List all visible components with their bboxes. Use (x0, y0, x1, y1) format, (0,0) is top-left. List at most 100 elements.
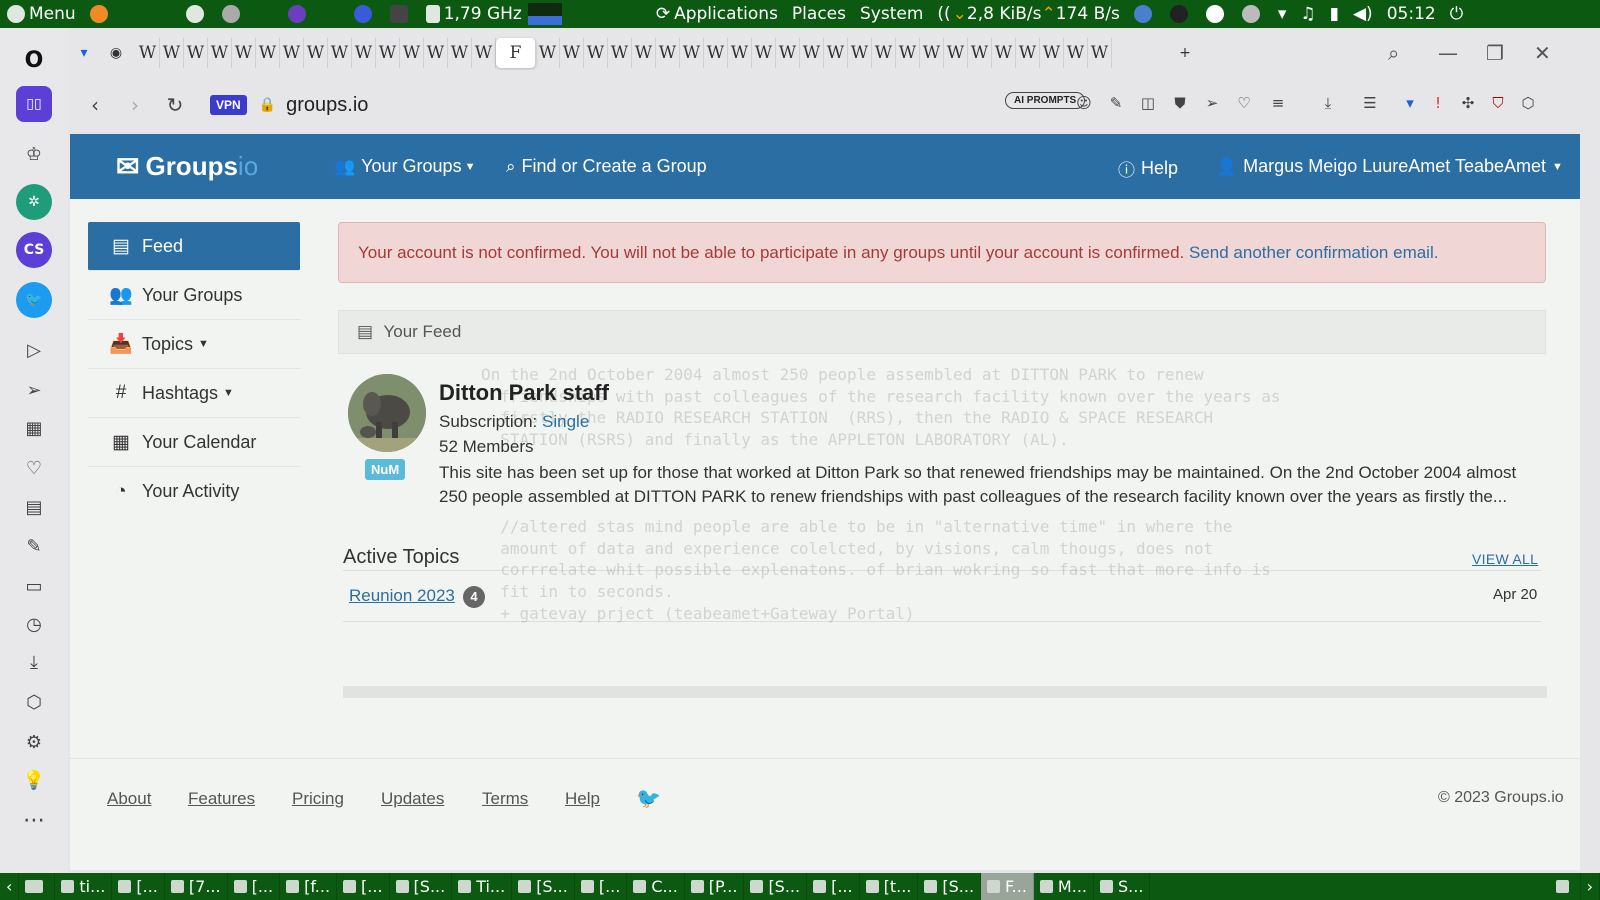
groups-logo[interactable]: ✉ Groups io (116, 150, 258, 183)
github-icon[interactable]: ◉ (105, 42, 127, 64)
tab-wikipedia[interactable]: W (896, 38, 920, 68)
emoji-icon[interactable]: ☺ (1074, 94, 1094, 114)
new-tab-icon[interactable]: + (1174, 42, 1196, 64)
taskbar-window-button[interactable]: [... (112, 873, 165, 900)
tab-pinned-1-icon[interactable]: ▾ (73, 42, 95, 64)
launcher-2[interactable] (215, 0, 251, 28)
twitter-icon[interactable]: 🐦 (16, 282, 52, 318)
tab-wikipedia[interactable]: W (920, 38, 944, 68)
places-menu[interactable]: Places (785, 0, 853, 28)
tab-wikipedia[interactable]: W (608, 38, 632, 68)
ublock-icon[interactable]: ⛉ (1488, 94, 1508, 114)
opera-logo-icon[interactable]: O (16, 42, 52, 78)
back-icon[interactable]: ‹ (82, 93, 108, 117)
send-ext-icon[interactable]: ➢ (1202, 94, 1222, 114)
tray-2[interactable] (1163, 0, 1199, 28)
vpn-badge[interactable]: VPN (210, 95, 247, 115)
footer-about[interactable]: About (107, 789, 151, 809)
heart-ext-icon[interactable]: ♡ (1234, 94, 1254, 114)
launcher-3[interactable] (281, 0, 317, 28)
puzzle-icon[interactable]: ✣ (1458, 94, 1478, 114)
taskbar-window-button[interactable]: [S... (918, 873, 982, 900)
taskbar-window-button[interactable]: C... (627, 873, 685, 900)
tab-wikipedia[interactable]: W (424, 38, 448, 68)
tab-wikipedia[interactable]: W (328, 38, 352, 68)
footer-help[interactable]: Help (565, 789, 600, 809)
footer-terms[interactable]: Terms (482, 789, 528, 809)
taskbar-window-button[interactable]: [t... (860, 873, 919, 900)
reader-icon[interactable]: ▯▯ (16, 86, 52, 122)
your-groups-dropdown[interactable]: 👥 Your Groups ▼ (334, 156, 475, 177)
taskbar-window-button[interactable]: [S... (390, 873, 453, 900)
clock[interactable]: 05:12 (1380, 0, 1443, 28)
crown-icon[interactable]: ♔ (16, 136, 52, 172)
tab-wikipedia[interactable]: W (680, 38, 704, 68)
more-icon[interactable]: ⋯ (16, 802, 52, 838)
clock-icon[interactable]: ◷ (16, 606, 52, 642)
tab-active[interactable]: F (496, 38, 536, 68)
tray-wifi[interactable]: ▾ (1271, 0, 1294, 28)
tab-wikipedia[interactable]: W (584, 38, 608, 68)
shield-icon[interactable]: ⛊ (1170, 94, 1190, 114)
help-link[interactable]: ⓘ Help (1118, 156, 1178, 181)
cs-app-icon[interactable]: CS (16, 232, 52, 268)
forward-icon[interactable]: › (122, 93, 148, 117)
search-tabs-icon[interactable]: ⌕ (1388, 41, 1399, 65)
cube-icon[interactable]: ⬡ (16, 684, 52, 720)
tab-wikipedia[interactable]: W (1088, 38, 1112, 68)
tab-wikipedia[interactable]: W (160, 38, 184, 68)
snap-icon[interactable]: ✎ (1106, 94, 1126, 114)
confirmation-email-link[interactable]: Send another confirmation email. (1189, 243, 1438, 262)
heart-icon[interactable]: ♡ (16, 450, 52, 486)
tray-3[interactable] (1199, 0, 1235, 28)
ext-blue-icon[interactable]: ▾ (1400, 94, 1420, 114)
tab-wikipedia[interactable]: W (304, 38, 328, 68)
download-ext-icon[interactable]: ⤓ (1318, 94, 1338, 114)
tab-wikipedia[interactable]: W (280, 38, 304, 68)
nav-calendar[interactable]: ▦ Your Calendar (88, 418, 300, 467)
taskbar-window-button[interactable]: [... (575, 873, 628, 900)
taskbar-window-button[interactable]: [... (337, 873, 390, 900)
tab-wikipedia[interactable]: W (968, 38, 992, 68)
tab-wikipedia[interactable]: W (800, 38, 824, 68)
nav-your-groups[interactable]: 👥 Your Groups (88, 271, 300, 320)
tab-wikipedia[interactable]: W (536, 38, 560, 68)
url-field[interactable]: groups.io (286, 94, 368, 117)
tab-wikipedia[interactable]: W (472, 38, 496, 68)
maximize-icon[interactable]: ❐ (1486, 41, 1504, 65)
footer-updates[interactable]: Updates (381, 789, 444, 809)
taskbar-window-button[interactable]: [... (807, 873, 860, 900)
edit-icon[interactable]: ✎ (16, 528, 52, 564)
launcher-4[interactable] (347, 0, 383, 28)
tab-wikipedia[interactable]: W (136, 38, 160, 68)
taskbar-window-button[interactable]: ti... (55, 873, 113, 900)
tray-battery[interactable]: ▮ (1323, 0, 1346, 28)
tab-wikipedia[interactable]: W (256, 38, 280, 68)
nav-hashtags[interactable]: # Hashtags ▼ (88, 369, 300, 418)
nav-topics[interactable]: 📥 Topics ▼ (88, 320, 300, 369)
camera-icon[interactable]: ◫ (1138, 94, 1158, 114)
tab-wikipedia[interactable]: W (776, 38, 800, 68)
taskbar-tray[interactable] (1550, 873, 1581, 900)
tab-wikipedia[interactable]: W (752, 38, 776, 68)
taskbar-window-button[interactable]: [f... (280, 873, 338, 900)
taskbar-window-button[interactable]: [S... (512, 873, 575, 900)
system-menu[interactable]: System (853, 0, 930, 28)
find-create-group-link[interactable]: ⌕ Find or Create a Group (506, 156, 707, 177)
power-button[interactable]: ⏻ (1443, 0, 1470, 28)
footer-pricing[interactable]: Pricing (292, 789, 344, 809)
box-ext-icon[interactable]: ⬡ (1518, 94, 1538, 114)
launcher-1[interactable] (179, 0, 215, 28)
menu-button[interactable]: Menu (0, 0, 83, 28)
nav-feed[interactable]: ▤ Feed (88, 222, 300, 271)
close-window-icon[interactable]: ✕ (1534, 41, 1551, 65)
taskbar-window-button[interactable]: [... (228, 873, 281, 900)
nav-activity[interactable]: ◔ Your Activity (88, 467, 300, 516)
taskbar-window-button[interactable]: S... (1094, 873, 1151, 900)
tab-wikipedia[interactable]: W (848, 38, 872, 68)
taskbar-window-button[interactable]: [P... (685, 873, 745, 900)
player-icon[interactable]: ▷ (16, 332, 52, 368)
tab-wikipedia[interactable]: W (1040, 38, 1064, 68)
chatgpt-icon[interactable]: ✲ (16, 184, 52, 220)
tab-wikipedia[interactable]: W (184, 38, 208, 68)
